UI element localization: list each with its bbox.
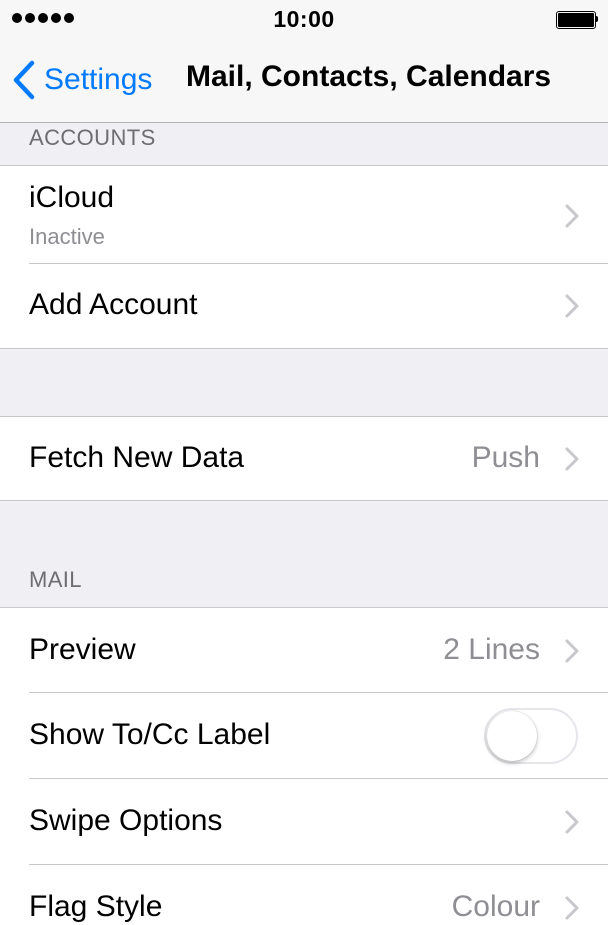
accounts-group: iCloud Inactive Add Account bbox=[0, 165, 608, 349]
chevron-right-icon bbox=[565, 204, 579, 228]
section-header-mail: MAIL bbox=[29, 567, 82, 592]
preview-row[interactable]: Preview 2 Lines bbox=[0, 608, 608, 693]
fetch-new-data-value: Push bbox=[471, 441, 540, 474]
flag-style-row[interactable]: Flag Style Colour bbox=[0, 865, 608, 925]
fetch-new-data-row[interactable]: Fetch New Data Push bbox=[0, 417, 608, 500]
chevron-right-icon bbox=[565, 810, 579, 834]
page-title: Mail, Contacts, Calendars bbox=[186, 60, 552, 93]
show-tocc-label-row: Show To/Cc Label bbox=[0, 693, 608, 779]
show-tocc-label: Show To/Cc Label bbox=[29, 718, 271, 751]
flag-style-label: Flag Style bbox=[29, 890, 163, 923]
mail-group: Preview 2 Lines Show To/Cc Label Swipe O… bbox=[0, 607, 608, 925]
show-tocc-toggle[interactable] bbox=[484, 708, 578, 764]
status-bar: 10:00 bbox=[0, 0, 608, 40]
preview-value: 2 Lines bbox=[443, 633, 540, 666]
chevron-right-icon bbox=[565, 639, 579, 663]
toggle-knob bbox=[487, 711, 537, 761]
preview-label: Preview bbox=[29, 633, 136, 666]
fetch-new-data-label: Fetch New Data bbox=[29, 441, 245, 474]
section-header-accounts: ACCOUNTS bbox=[29, 125, 156, 150]
back-button[interactable]: Settings bbox=[12, 58, 152, 102]
swipe-options-row[interactable]: Swipe Options bbox=[0, 779, 608, 865]
add-account-row[interactable]: Add Account bbox=[0, 264, 608, 348]
chevron-right-icon bbox=[565, 447, 579, 471]
chevron-left-icon bbox=[13, 60, 35, 100]
fetch-group: Fetch New Data Push bbox=[0, 416, 608, 501]
chevron-right-icon bbox=[565, 896, 579, 920]
battery-full-icon bbox=[556, 11, 598, 29]
chevron-right-icon bbox=[565, 294, 579, 318]
account-name: iCloud bbox=[29, 181, 115, 214]
add-account-label: Add Account bbox=[29, 288, 198, 321]
flag-style-value: Colour bbox=[451, 890, 540, 923]
account-status: Inactive bbox=[29, 224, 105, 249]
back-button-label: Settings bbox=[44, 63, 153, 96]
status-time: 10:00 bbox=[273, 6, 335, 32]
navigation-bar: Settings Mail, Contacts, Calendars bbox=[0, 40, 608, 123]
account-row-icloud[interactable]: iCloud Inactive bbox=[0, 166, 608, 264]
swipe-options-label: Swipe Options bbox=[29, 804, 223, 837]
